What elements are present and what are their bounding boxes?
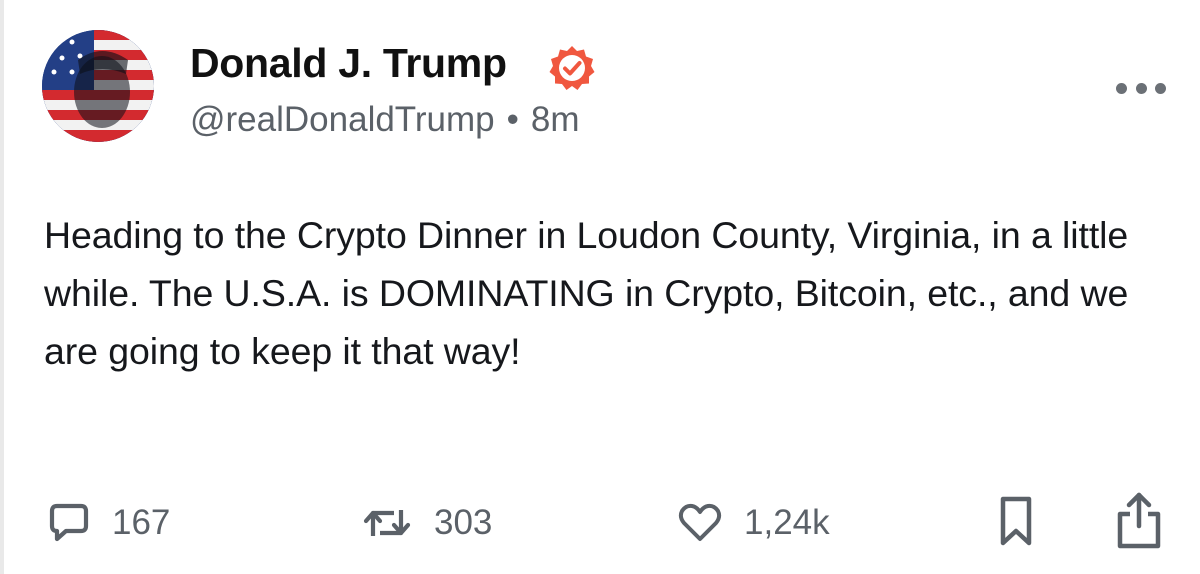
display-name[interactable]: Donald J. Trump <box>190 40 507 87</box>
like-button[interactable]: 1,24k <box>678 498 830 548</box>
like-icon <box>678 503 722 541</box>
more-options-icon[interactable] <box>1116 76 1166 100</box>
restate-button[interactable]: 303 <box>362 498 492 548</box>
reply-count: 167 <box>112 503 171 542</box>
reply-icon <box>49 503 89 542</box>
restate-icon <box>363 510 411 536</box>
bookmark-icon[interactable] <box>996 495 1036 549</box>
post-text: Heading to the Crypto Dinner in Loudon C… <box>44 214 1129 372</box>
meta-separator: • <box>506 100 519 139</box>
author-handle[interactable]: @realDonaldTrump <box>190 100 495 139</box>
divider <box>0 0 4 574</box>
post-card: Donald J. Trump @realDonaldTrump • 8m Head… <box>0 0 1200 574</box>
reply-button[interactable]: 167 <box>48 498 170 548</box>
post-timestamp[interactable]: 8m <box>531 100 580 139</box>
avatar-image <box>42 30 154 142</box>
restate-count: 303 <box>434 503 493 542</box>
verified-badge-icon <box>549 46 595 90</box>
author-meta: @realDonaldTrump • 8m <box>190 100 580 140</box>
share-icon[interactable] <box>1112 490 1166 550</box>
avatar[interactable] <box>42 30 154 142</box>
like-count: 1,24k <box>744 503 830 542</box>
